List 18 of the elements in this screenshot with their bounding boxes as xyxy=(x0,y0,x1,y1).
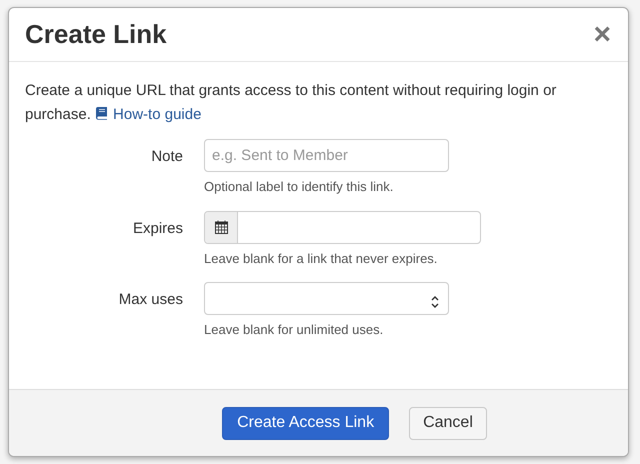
number-field[interactable] xyxy=(204,282,449,315)
how-to-guide-link[interactable]: How-to guide xyxy=(95,106,202,123)
note-field[interactable]: e.g. Sent to Member xyxy=(204,139,449,172)
cancel-button[interactable]: Cancel xyxy=(409,406,487,440)
field-label: Max uses xyxy=(118,290,184,310)
spinner-icon[interactable] xyxy=(430,294,440,310)
dialog-title: Create Link xyxy=(25,18,167,50)
field-label: Note xyxy=(150,147,184,167)
help-text: Optional label to identify this link. xyxy=(204,178,394,196)
date-field[interactable] xyxy=(204,210,481,244)
intro-text: Create a unique URL that grants access to this content without requiring login or purchase. How-to guide xyxy=(25,81,558,125)
book-icon xyxy=(95,106,108,120)
help-text: Leave blank for a link that never expires. xyxy=(204,250,438,268)
create-access-link-button[interactable]: Create Access Link xyxy=(222,406,390,440)
help-text: Leave blank for unlimited uses. xyxy=(204,321,384,339)
close-button[interactable]: × xyxy=(591,20,613,50)
calendar-icon xyxy=(214,220,228,234)
field-label: Expires xyxy=(132,218,184,238)
